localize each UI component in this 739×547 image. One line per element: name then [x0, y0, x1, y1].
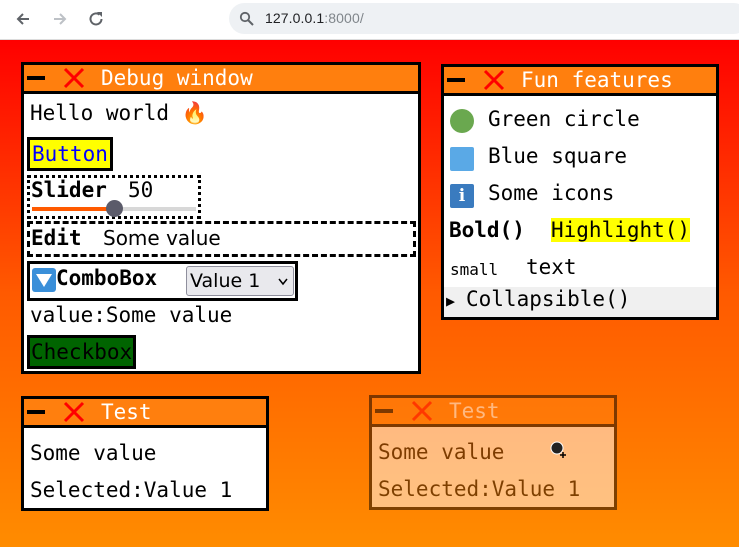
arrow-right-icon [54, 13, 67, 25]
browser-toolbar: 127.0.0.1:8000/ [0, 0, 739, 40]
url-text: 127.0.0.1:8000/ [265, 10, 364, 26]
fun-features-window: Fun features Green circle Blue square i … [441, 64, 719, 320]
slider-thumb[interactable] [105, 200, 123, 217]
test-window: Test Some value Selected:Value 1 [21, 396, 269, 511]
app-canvas: Debug window Hello world 🔥 Button Slider… [0, 40, 739, 547]
highlight-text: Highlight() [551, 218, 691, 242]
debug-window-titlebar[interactable]: Debug window [24, 65, 418, 94]
test-window-faded-title: Test [449, 399, 500, 423]
minimize-icon[interactable] [447, 78, 465, 82]
some-icons-label: Some icons [488, 181, 615, 205]
close-icon[interactable] [410, 399, 434, 423]
address-bar[interactable]: 127.0.0.1:8000/ [229, 3, 739, 34]
chevron-down-icon [278, 278, 288, 286]
wait-cursor-icon [550, 441, 566, 458]
edit-input[interactable]: Some value [103, 226, 221, 250]
debug-window-title: Debug window [101, 66, 253, 90]
fun-window-titlebar[interactable]: Fun features [444, 67, 716, 96]
combobox-label: ComboBox [56, 266, 158, 290]
test-faded-selected-text: Selected:Value 1 [378, 477, 581, 501]
green-circle-label: Green circle [488, 107, 640, 131]
edit-container: Edit Some value [27, 221, 416, 257]
test-window-titlebar[interactable]: Test [24, 399, 266, 428]
combobox-container: ComboBox Value 1 [27, 261, 298, 301]
site-info-icon[interactable] [239, 11, 255, 27]
slider-container: Slider 50 [27, 175, 201, 219]
minimize-icon[interactable] [27, 76, 45, 80]
reload-icon [89, 12, 103, 26]
close-icon[interactable] [482, 68, 506, 92]
combobox-selected: Value 1 [190, 270, 261, 292]
collapsible-label: Collapsible() [466, 287, 631, 311]
minimize-icon[interactable] [27, 410, 45, 414]
small-text: small [450, 260, 499, 279]
debug-window: Debug window Hello world 🔥 Button Slider… [21, 62, 421, 374]
test-window-faded-titlebar[interactable]: Test [372, 398, 614, 427]
test-window-faded: Test Some value Selected:Value 1 [369, 395, 617, 510]
text-label: text [526, 255, 577, 279]
slider-fill [32, 207, 114, 211]
hello-text: Hello world 🔥 [30, 101, 208, 125]
test-selected-text: Selected:Value 1 [30, 478, 233, 502]
blue-square-label: Blue square [488, 144, 628, 168]
test-faded-value-text: Some value [378, 440, 505, 464]
close-icon[interactable] [62, 400, 86, 424]
triangle-right-icon: ▶ [446, 292, 456, 310]
green-circle-icon [450, 109, 474, 133]
forward-button[interactable] [49, 8, 71, 30]
reload-button[interactable] [85, 8, 107, 30]
yellow-button[interactable]: Button [27, 137, 113, 171]
slider-value: 50 [128, 178, 154, 202]
bold-text: Bold() [449, 218, 525, 242]
slider-label: Slider [31, 178, 107, 202]
edit-label: Edit [31, 226, 82, 250]
close-icon[interactable] [62, 66, 86, 90]
checkbox[interactable]: Checkbox [27, 335, 137, 369]
test-value-text: Some value [30, 441, 157, 465]
collapsible-header[interactable]: ▶ Collapsible() [444, 287, 716, 317]
url-host: 127.0.0.1 [265, 10, 325, 26]
arrow-left-icon [16, 13, 29, 25]
minimize-icon[interactable] [375, 409, 393, 413]
fun-window-title: Fun features [521, 68, 673, 92]
value-text: value:Some value [30, 303, 233, 327]
url-path: :8000/ [324, 10, 364, 26]
test-window-title: Test [101, 400, 152, 424]
triangle-down-icon [32, 268, 56, 292]
back-button[interactable] [12, 8, 34, 30]
combobox-select[interactable]: Value 1 [186, 266, 294, 296]
blue-square-icon [450, 147, 474, 171]
info-icon: i [450, 184, 474, 208]
